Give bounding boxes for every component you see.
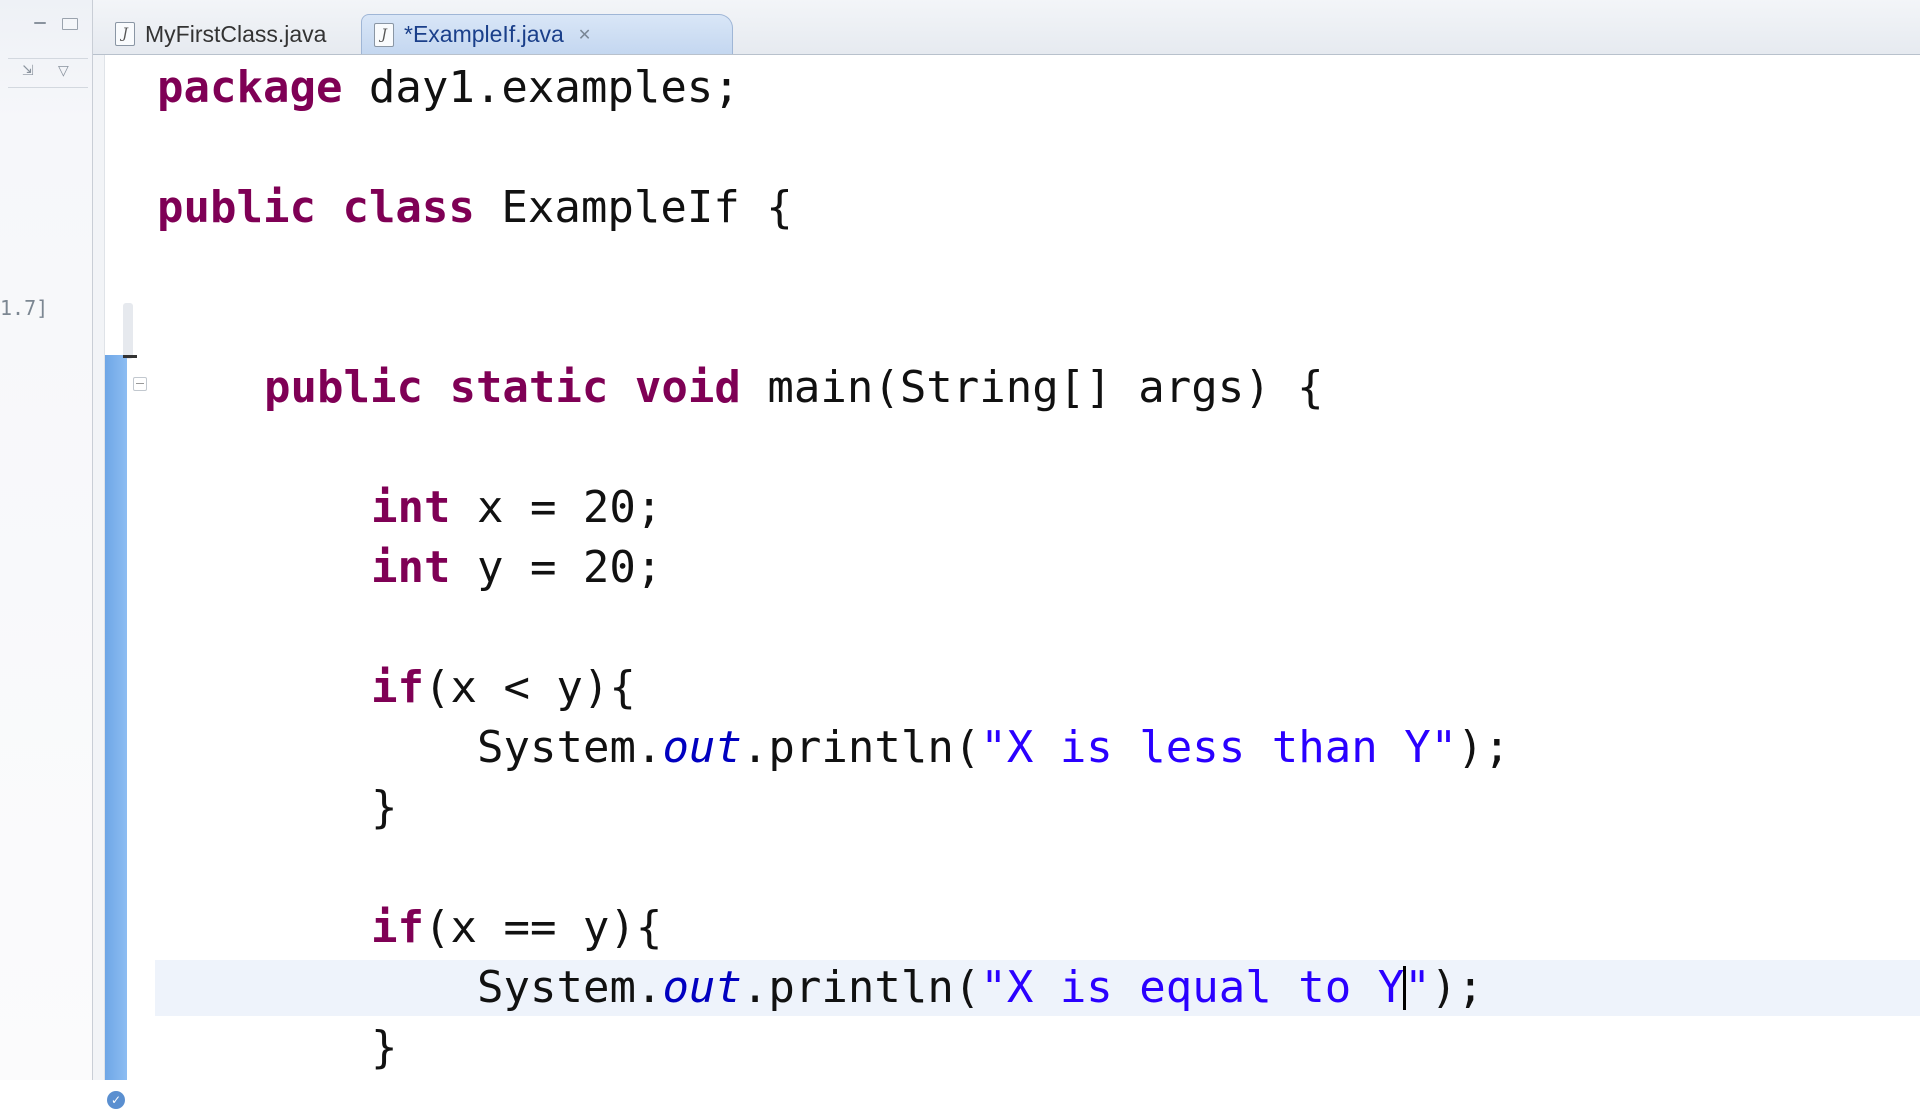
- static-field: out: [662, 962, 742, 1013]
- keyword: public: [157, 182, 316, 233]
- keyword: int: [371, 542, 451, 593]
- tab-exampleif[interactable]: J *ExampleIf.java ✕: [361, 14, 733, 54]
- keyword: if: [371, 662, 424, 713]
- string-literal: "X is less than Y": [980, 722, 1458, 773]
- code-text: .println(: [741, 722, 981, 773]
- code-text: (x == y){: [423, 902, 663, 953]
- package-explorer-pane: ⇲ ▽ 1.7]: [0, 0, 93, 1080]
- code-line-6[interactable]: public static void main(String[] args) {: [264, 360, 1324, 416]
- string-literal: ": [1404, 962, 1431, 1013]
- java-file-icon: J: [374, 22, 394, 47]
- keyword: int: [371, 482, 451, 533]
- collapse-all-icon[interactable]: ⇲: [22, 63, 34, 79]
- keyword: if: [371, 902, 424, 953]
- editor-ruler: [93, 55, 105, 1080]
- view-menu-icon[interactable]: ▽: [58, 63, 69, 79]
- editor-tab-bar: J MyFirstClass.java J *ExampleIf.java ✕: [93, 0, 1920, 55]
- quick-diff-bar: [105, 355, 127, 1080]
- code-line-17[interactable]: }: [371, 1020, 398, 1076]
- overview-marker: [123, 303, 133, 359]
- close-icon[interactable]: ✕: [578, 25, 591, 45]
- fold-marker: [123, 355, 137, 358]
- code-text: .println(: [741, 962, 981, 1013]
- code-text: System.: [477, 722, 663, 773]
- code-text: (x < y){: [423, 662, 636, 713]
- code-line-9[interactable]: int y = 20;: [371, 540, 662, 596]
- keyword: static: [449, 362, 609, 413]
- code-text: day1.examples;: [342, 62, 740, 113]
- maximize-icon[interactable]: [62, 18, 78, 30]
- collapse-icon[interactable]: [133, 377, 147, 391]
- code-line-1[interactable]: package day1.examples;: [157, 60, 740, 116]
- explorer-partial-label: 1.7]: [0, 296, 49, 320]
- checkmark-icon: ✓: [107, 1091, 125, 1109]
- tab-label: MyFirstClass.java: [145, 20, 327, 47]
- code-line-16[interactable]: System.out.println("X is equal to Y");: [477, 960, 1484, 1016]
- static-field: out: [662, 722, 742, 773]
- keyword: void: [634, 362, 741, 413]
- code-text: x = 20;: [450, 482, 663, 533]
- code-text: main(String[] args) {: [740, 362, 1324, 413]
- code-line-12[interactable]: System.out.println("X is less than Y");: [477, 720, 1510, 776]
- code-line-3[interactable]: public class ExampleIf {: [157, 180, 793, 236]
- code-text: System.: [477, 962, 663, 1013]
- explorer-toolbar: ⇲ ▽: [8, 58, 88, 88]
- code-line-8[interactable]: int x = 20;: [371, 480, 662, 536]
- code-text: }: [371, 1022, 398, 1073]
- code-text: y = 20;: [450, 542, 663, 593]
- code-line-11[interactable]: if(x < y){: [371, 660, 636, 716]
- code-text: }: [371, 782, 398, 833]
- keyword: class: [342, 182, 475, 233]
- code-text: ExampleIf {: [474, 182, 793, 233]
- keyword: public: [264, 362, 423, 413]
- keyword: package: [157, 62, 343, 113]
- minimize-icon[interactable]: [34, 22, 46, 24]
- tab-label: *ExampleIf.java: [404, 21, 564, 47]
- tab-myfirstclass[interactable]: J MyFirstClass.java: [103, 14, 353, 54]
- code-line-15[interactable]: if(x == y){: [371, 900, 662, 956]
- java-file-icon: J: [115, 22, 135, 46]
- code-line-13[interactable]: }: [371, 780, 398, 836]
- code-text: );: [1457, 722, 1511, 773]
- string-literal: "X is equal to Y: [980, 962, 1405, 1013]
- code-text: );: [1430, 962, 1484, 1013]
